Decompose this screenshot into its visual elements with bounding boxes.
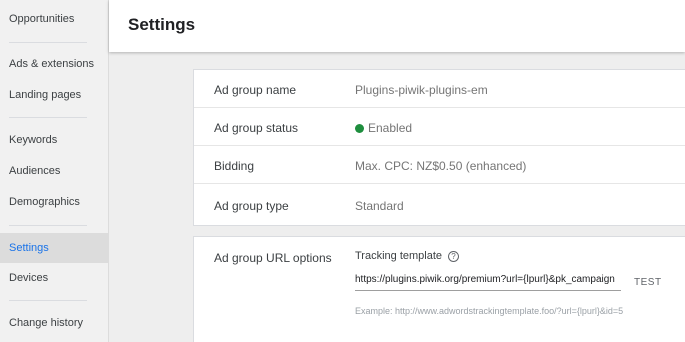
url-options-label: Ad group URL options: [214, 251, 332, 265]
sidebar-item-audiences[interactable]: Audiences: [0, 157, 108, 185]
url-options-card: Ad group URL options Tracking template? …: [193, 236, 685, 342]
setting-row-bidding[interactable]: Bidding Max. CPC: NZ$0.50 (enhanced): [194, 146, 685, 184]
sidebar-item-keywords[interactable]: Keywords: [0, 126, 108, 154]
sidebar-nav: Opportunities Ads & extensions Landing p…: [0, 0, 109, 342]
sidebar-item-demographics[interactable]: Demographics: [0, 188, 108, 216]
tracking-template-input[interactable]: [355, 269, 621, 291]
setting-label: Ad group name: [214, 83, 297, 97]
help-icon[interactable]: ?: [448, 251, 460, 262]
setting-row-ad-group-status[interactable]: Ad group status Enabled: [194, 108, 685, 146]
setting-label: Ad group type: [214, 199, 289, 213]
tracking-template-label: Tracking template?: [355, 250, 460, 262]
tracking-template-label-text: Tracking template: [355, 250, 443, 262]
setting-value: Standard: [355, 199, 404, 213]
nav-divider: [9, 42, 87, 43]
status-enabled-icon: [355, 124, 364, 133]
general-settings-card: Ad group name Plugins-piwik-plugins-em A…: [193, 69, 685, 226]
nav-divider: [9, 225, 87, 226]
setting-value: Plugins-piwik-plugins-em: [355, 83, 488, 97]
sidebar-item-devices[interactable]: Devices: [0, 264, 108, 292]
sidebar-item-ads-extensions[interactable]: Ads & extensions: [0, 50, 108, 78]
setting-row-ad-group-type[interactable]: Ad group type Standard: [194, 184, 685, 226]
setting-label: Ad group status: [214, 121, 299, 135]
sidebar-item-change-history[interactable]: Change history: [0, 309, 108, 337]
status-text: Enabled: [368, 121, 413, 135]
page-header: Settings: [109, 0, 685, 52]
test-button[interactable]: TEST: [634, 277, 662, 288]
setting-row-ad-group-name[interactable]: Ad group name Plugins-piwik-plugins-em: [194, 70, 685, 108]
setting-value: Max. CPC: NZ$0.50 (enhanced): [355, 159, 527, 173]
setting-value: Enabled: [355, 121, 412, 135]
setting-label: Bidding: [214, 159, 255, 173]
nav-divider: [9, 300, 87, 301]
sidebar-item-settings[interactable]: Settings: [0, 233, 108, 263]
sidebar-item-opportunities[interactable]: Opportunities: [0, 5, 108, 33]
tracking-template-example: Example: http://www.adwordstrackingtempl…: [355, 306, 624, 316]
sidebar-item-landing-pages[interactable]: Landing pages: [0, 81, 108, 109]
page-title: Settings: [128, 15, 196, 34]
nav-divider: [9, 117, 87, 118]
